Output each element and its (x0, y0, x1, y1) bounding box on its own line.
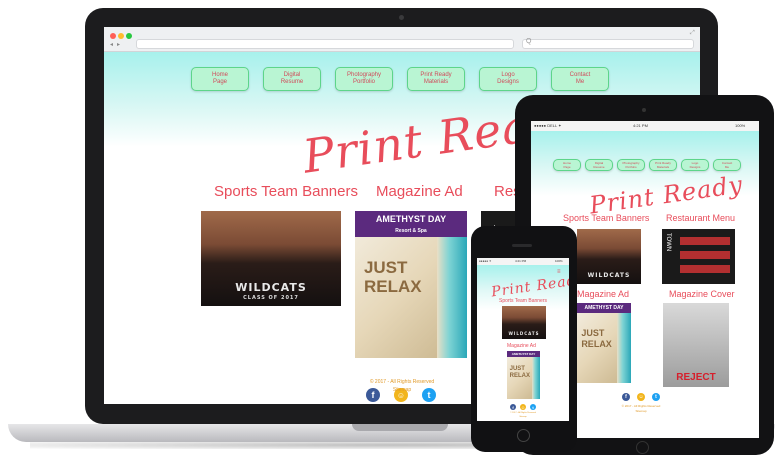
nav-photography-portfolio-button[interactable]: Photography Portfolio (335, 67, 393, 91)
tablet-nav-resume[interactable]: Digital Resume (585, 159, 613, 171)
phone-website: ≡ Print Ready Sports Team Banners WILDCA… (477, 265, 569, 421)
close-window-icon[interactable] (110, 33, 116, 39)
magazine-ad-image[interactable]: AMETHYST DAY Resort & Spa JUST RELAX (355, 211, 467, 358)
phone-footer-sitemap[interactable]: Sitemap (503, 416, 543, 418)
tablet-carrier: ●●●●● DELL ✦ (534, 123, 562, 128)
tablet-nav-contact[interactable]: Contact Me (713, 159, 741, 171)
phone-footer-copyright: © 2017 - All Rights Reserved (510, 412, 536, 414)
maximize-window-icon[interactable] (126, 33, 132, 39)
footer-sitemap-link[interactable]: Sitemap (350, 387, 454, 393)
phone-home-button[interactable] (517, 429, 530, 442)
address-bar[interactable] (136, 39, 514, 49)
ad-brand: AMETHYST DAY Resort & Spa (355, 211, 467, 237)
nav-home-button[interactable]: Home Page (191, 67, 249, 91)
tablet-magazine-cover-image[interactable]: REJECT (663, 303, 729, 387)
nav-digital-resume-button[interactable]: Digital Resume (263, 67, 321, 91)
tablet-battery: 100% (735, 123, 746, 128)
back-arrow-icon[interactable]: ◂ (110, 41, 113, 48)
tablet-title-magazine-cover: Magazine Cover (669, 289, 735, 299)
phone-twitter-icon[interactable]: t (530, 404, 536, 410)
tablet-magazine-ad-image[interactable]: AMETHYST DAY JUST RELAX (577, 303, 631, 383)
minimize-window-icon[interactable] (118, 33, 124, 39)
nav-print-ready-button[interactable]: Print Ready Materials (407, 67, 465, 91)
phone-team-banner-image[interactable]: WILDCATS (502, 306, 546, 339)
tablet-nav-print-ready[interactable]: Print Ready Materials (649, 159, 677, 171)
tablet-team-banner-image[interactable]: WILDCATS (577, 229, 641, 284)
tablet-status-bar: ●●●●● DELL ✦ 4:21 PM 100% (531, 121, 759, 131)
phone-time: 4:21 PM (515, 259, 527, 263)
tablet-title-restaurant-menu: Restaurant Menu (666, 213, 736, 223)
tablet-snapchat-icon[interactable]: ☺ (637, 393, 645, 401)
phone-snapchat-icon[interactable]: ☺ (520, 404, 526, 410)
browser-search-placeholder: Q (526, 38, 532, 45)
tablet-footer-copyright: © 2017 - All Rights Reserved (621, 404, 661, 408)
browser-chrome: ◂ ▸ Q ⤢ (104, 27, 700, 52)
nav-contact-button[interactable]: Contact Me (551, 67, 609, 91)
nav-logo-designs-button[interactable]: Logo Designs (479, 67, 537, 91)
phone-battery: 100% (555, 259, 563, 263)
tablet-nav-photography[interactable]: Photography Portfolio (617, 159, 645, 171)
tablet-title-sports: Sports Team Banners (563, 213, 650, 223)
tablet-camera (642, 108, 646, 112)
tablet-home-button[interactable] (636, 441, 649, 454)
tablet-twitter-icon[interactable]: t (652, 393, 660, 401)
phone-speaker (512, 244, 532, 247)
team-banner-text: WILDCATS (235, 281, 307, 294)
phone-title-magazine-ad: Magazine Ad (507, 343, 536, 349)
phone-site-logo[interactable]: Print Ready (490, 271, 569, 300)
tablet-facebook-icon[interactable]: f (622, 393, 630, 401)
forward-arrow-icon[interactable]: ▸ (117, 41, 120, 48)
phone-screen: ●●●●● ✦ 4:21 PM 100% ≡ Print Ready Sport… (477, 258, 569, 421)
phone-status-bar: ●●●●● ✦ 4:21 PM 100% (477, 258, 569, 265)
phone-carrier: ●●●●● ✦ (479, 259, 492, 263)
laptop-camera (399, 15, 404, 20)
tablet-nav-logo[interactable]: Logo Designs (681, 159, 709, 171)
laptop-notch (352, 424, 448, 431)
phone-title-sports: Sports Team Banners (499, 298, 547, 304)
team-banner-subtext: CLASS OF 2017 (243, 295, 299, 301)
tablet-time: 4:21 PM (633, 123, 648, 128)
ad-headline-2: RELAX (363, 277, 422, 296)
phone-facebook-icon[interactable]: f (510, 404, 516, 410)
section-title-sports: Sports Team Banners (214, 183, 358, 200)
footer-copyright: © 2017 - All Rights Reserved (369, 379, 435, 385)
phone-magazine-ad-image[interactable]: AMETHYST DAY JUST RELAX (507, 351, 540, 399)
tablet-restaurant-menu-image[interactable]: TOWN (662, 229, 735, 284)
section-title-magazine-ad: Magazine Ad (376, 183, 463, 200)
tablet-footer-sitemap[interactable]: Sitemap (601, 409, 681, 413)
browser-search-field[interactable]: Q (522, 38, 694, 49)
tablet-title-magazine-ad: Magazine Ad (577, 289, 630, 299)
fullscreen-icon[interactable]: ⤢ (690, 30, 695, 37)
ad-headline-1: JUST (363, 258, 408, 277)
tablet-nav-home[interactable]: Home Page (553, 159, 581, 171)
team-banner-image[interactable]: WILDCATS CLASS OF 2017 (201, 211, 341, 306)
